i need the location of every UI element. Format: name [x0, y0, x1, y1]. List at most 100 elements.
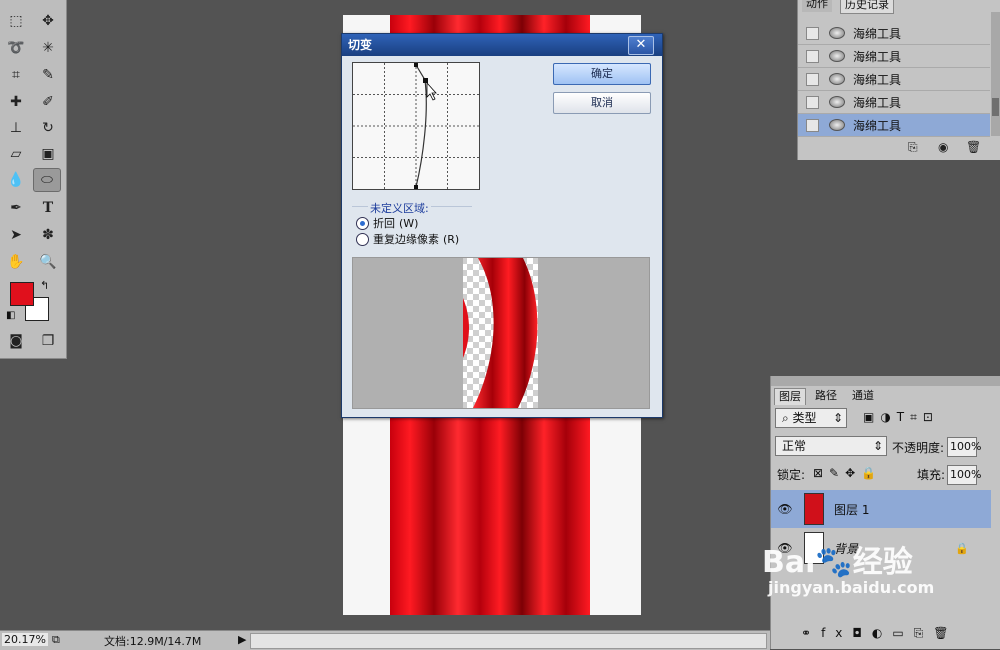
history-checkbox[interactable] — [806, 95, 819, 109]
history-item-label: 海绵工具 — [853, 72, 902, 87]
eraser-icon[interactable]: ▱ — [3, 143, 29, 165]
marquee-icon[interactable]: ⬚ — [3, 10, 29, 32]
move-icon[interactable]: ✥ — [35, 10, 61, 32]
history-checkbox[interactable] — [806, 118, 819, 132]
hand-icon[interactable]: ✋ — [3, 251, 29, 273]
blend-mode-select[interactable]: 正常 ⇕ — [775, 436, 887, 456]
search-icon: ⌕ — [782, 411, 793, 425]
magic-wand-icon[interactable]: ✳ — [35, 37, 61, 59]
history-scrollbar[interactable] — [991, 12, 1000, 136]
new-document-icon[interactable]: ⎘ — [908, 140, 918, 155]
radio-repeat-edge-pixels[interactable] — [356, 232, 369, 246]
eye-icon[interactable]: 👁 — [774, 502, 796, 516]
sponge-icon — [829, 50, 845, 62]
tab-channels[interactable]: 通道 — [848, 388, 878, 404]
sponge-icon — [829, 96, 845, 108]
shear-curve-graph[interactable] — [352, 62, 480, 190]
option-label: 重复边缘像素 — [373, 233, 439, 246]
layer-name[interactable]: 图层 1 — [834, 501, 869, 518]
history-panel: 动作 历史记录 海绵工具 海绵工具 海绵工具 海绵工具 海绵工具 ⎘ ◉ 🗑 — [797, 0, 1000, 160]
default-colors-icon[interactable]: ◧ — [6, 310, 15, 321]
baidu-watermark: Bai🐾经验 jingyan.baidu.com — [762, 545, 934, 598]
status-menu-arrow-icon[interactable]: ▶ — [238, 633, 246, 646]
ok-button[interactable]: 确定 — [553, 63, 651, 85]
paw-icon: 🐾 — [815, 545, 853, 580]
history-item[interactable]: 海绵工具 — [798, 22, 990, 45]
canvas-document[interactable] — [343, 415, 641, 615]
option-hotkey: (R) — [443, 232, 460, 246]
shape-icon[interactable]: ✽ — [35, 224, 61, 246]
pen-icon[interactable]: ✒ — [3, 197, 29, 219]
watermark-brand: Bai — [762, 545, 816, 580]
eyedropper-icon[interactable]: ✎ — [35, 64, 61, 86]
quick-mask-icon[interactable]: ◙ — [3, 330, 29, 352]
curve-point[interactable] — [414, 185, 418, 189]
lock-label: 锁定: — [777, 468, 806, 482]
radio-wrap-around[interactable] — [356, 216, 369, 230]
history-item-selected[interactable]: 海绵工具 — [798, 114, 990, 137]
history-checkbox[interactable] — [806, 72, 819, 86]
document-size: 文档:12.9M/14.7M — [104, 635, 202, 648]
preview-area — [352, 257, 650, 409]
history-brush-icon[interactable]: ↻ — [35, 117, 61, 139]
layer-filter-select[interactable]: ⌕ 类型 ⇕ — [775, 408, 847, 428]
close-icon[interactable]: ✕ — [628, 36, 654, 55]
option-repeat-edge-pixels[interactable]: 重复边缘像素 (R) — [356, 231, 459, 247]
lock-icons[interactable]: ⊠✎✥🔒 — [813, 466, 882, 480]
lock-icon: 🔒 — [955, 541, 969, 555]
layers-panel: 图层 路径 通道 ⌕ 类型 ⇕ ▣◑T⌗⊡ 正常 ⇕ 不透明度: 100% 锁定: … — [770, 376, 1000, 649]
brush-icon[interactable]: ✐ — [35, 91, 61, 113]
sponge-icon[interactable]: ⬭ — [33, 168, 61, 192]
option-wrap-around[interactable]: 折回 (W) — [356, 215, 418, 231]
tab-actions[interactable]: 动作 — [802, 0, 832, 12]
layers-footer-icons[interactable]: ⚭fx◘◐▭⎘🗑 — [801, 626, 959, 641]
status-bar: 20.17% ⧉ 文档:12.9M/14.7M ▶ — [0, 630, 770, 650]
toolbox: ⬚ ✥ ➰ ✳ ⌗ ✎ ✚ ✐ ⊥ ↻ ▱ ▣ 💧 ⬭ ✒ T ➤ ✽ ✋ 🔍 … — [0, 0, 67, 359]
watermark-brand-cn: 经验 — [852, 545, 913, 580]
sponge-icon — [829, 119, 845, 131]
history-checkbox[interactable] — [806, 49, 819, 63]
history-item[interactable]: 海绵工具 — [798, 91, 990, 114]
status-icon[interactable]: ⧉ — [52, 633, 60, 647]
history-checkbox[interactable] — [806, 26, 819, 40]
lasso-icon[interactable]: ➰ — [3, 37, 29, 59]
gradient-icon[interactable]: ▣ — [35, 143, 61, 165]
sponge-icon — [829, 73, 845, 85]
clone-stamp-icon[interactable]: ⊥ — [3, 117, 29, 139]
option-hotkey: (W) — [399, 216, 419, 230]
filter-icons[interactable]: ▣◑T⌗⊡ — [863, 410, 939, 425]
fx-icon[interactable]: fx — [821, 626, 852, 640]
layer-thumbnail — [804, 493, 824, 525]
history-item[interactable]: 海绵工具 — [798, 68, 990, 91]
undefined-area-label: 未定义区域: — [368, 200, 431, 216]
blur-icon[interactable]: 💧 — [3, 169, 29, 191]
cursor-icon — [426, 81, 437, 101]
crop-icon[interactable]: ⌗ — [3, 64, 29, 86]
dialog-title: 切变 — [342, 34, 662, 56]
swap-colors-icon[interactable]: ↰ — [40, 279, 49, 292]
curve-point[interactable] — [423, 78, 428, 83]
cancel-button[interactable]: 取消 — [553, 92, 651, 114]
camera-icon[interactable]: ◉ — [938, 140, 948, 154]
foreground-color-swatch[interactable] — [10, 282, 34, 306]
curve-point[interactable] — [414, 63, 418, 67]
trash-icon[interactable]: 🗑 — [966, 140, 981, 154]
tab-paths[interactable]: 路径 — [811, 388, 841, 404]
zoom-icon[interactable]: 🔍 — [35, 251, 61, 273]
blend-mode-value: 正常 — [782, 439, 807, 453]
tab-history[interactable]: 历史记录 — [840, 0, 894, 14]
scrollbar-thumb[interactable] — [992, 98, 999, 116]
history-item[interactable]: 海绵工具 — [798, 45, 990, 68]
healing-brush-icon[interactable]: ✚ — [3, 91, 29, 113]
zoom-level[interactable]: 20.17% — [2, 633, 48, 646]
type-icon[interactable]: T — [35, 197, 61, 219]
path-selection-icon[interactable]: ➤ — [3, 224, 29, 246]
tab-layers[interactable]: 图层 — [774, 388, 806, 405]
horizontal-scrollbar[interactable] — [250, 633, 767, 649]
option-label: 折回 — [373, 217, 395, 230]
fill-input[interactable]: 100% — [947, 465, 981, 485]
layer-row-layer1[interactable]: 👁 图层 1 — [771, 490, 991, 528]
opacity-input[interactable]: 100% — [947, 437, 981, 457]
screen-mode-icon[interactable]: ❐ — [35, 330, 61, 352]
canvas-document-top[interactable] — [343, 15, 641, 35]
